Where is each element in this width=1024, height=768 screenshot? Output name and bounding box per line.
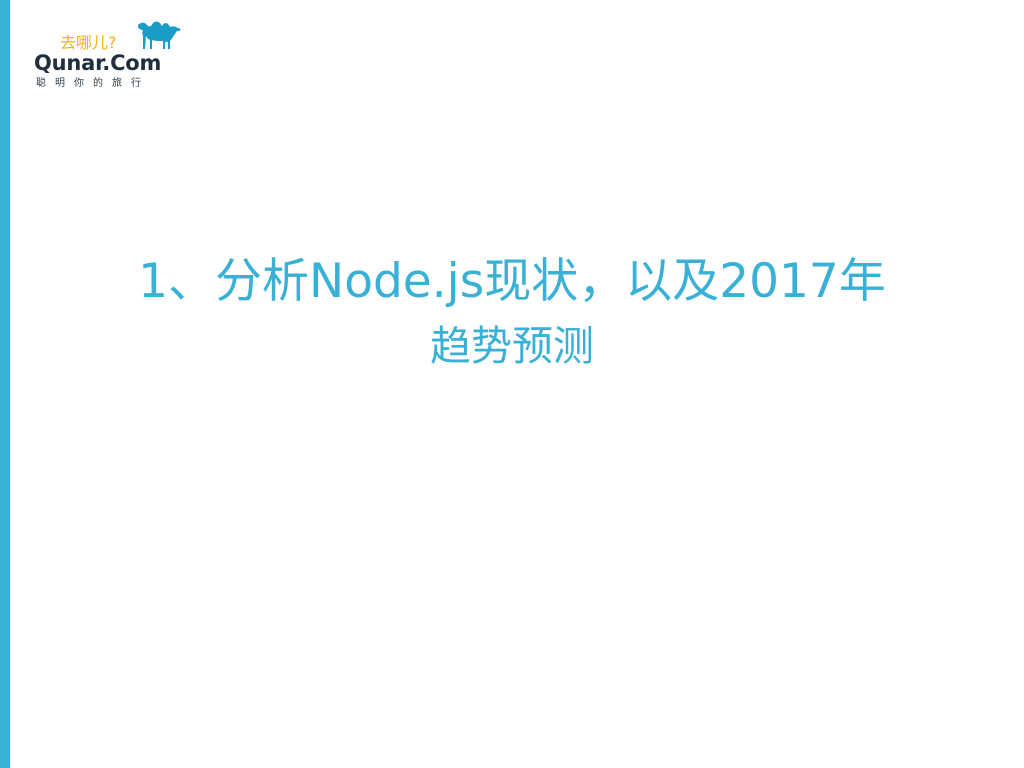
slide-title-line-1: 1、分析Node.js现状，以及2017年: [138, 254, 886, 309]
qunar-logo: 去哪儿? Qunar.Com 聪明你的旅行: [34, 16, 194, 94]
presentation-slide: 去哪儿? Qunar.Com 聪明你的旅行 1、分析Node.js现状，以及20…: [0, 0, 1024, 768]
logo-wordmark: Qunar.Com: [34, 51, 162, 75]
slide-title: 1、分析Node.js现状，以及2017年 趋势预测: [0, 252, 1024, 372]
slide-title-line-2: 趋势预测: [430, 322, 594, 370]
left-accent-bar: [0, 0, 10, 768]
logo-tagline: 聪明你的旅行: [36, 78, 150, 89]
camel-icon: [138, 21, 181, 49]
logo-slogan: 去哪儿?: [60, 33, 117, 52]
